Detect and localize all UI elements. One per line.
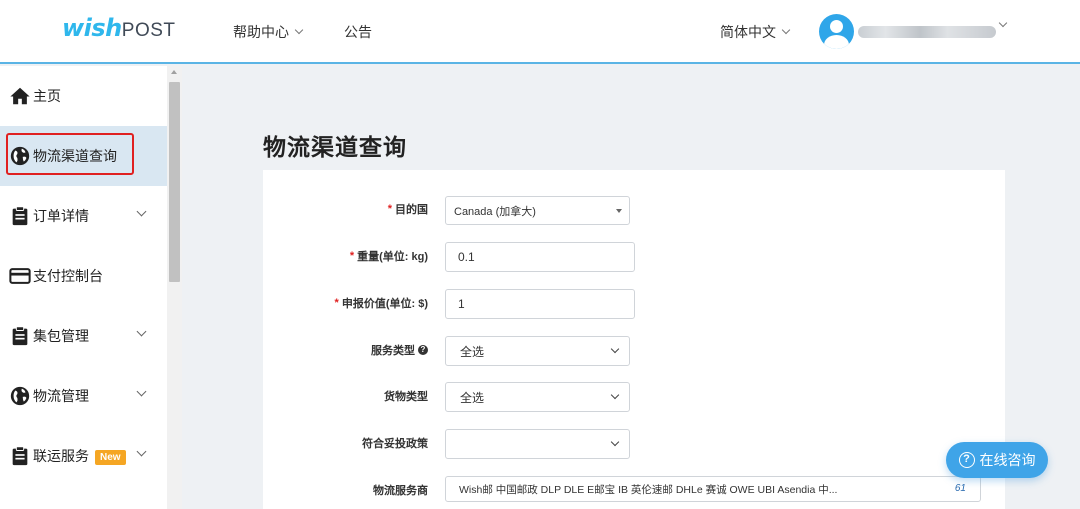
sidebar-item-label: 支付控制台 bbox=[33, 268, 103, 284]
username-blurred[interactable] bbox=[858, 26, 996, 38]
logistics-provider-multiselect[interactable]: Wish邮 中国邮政 DLP DLE E邮宝 IB 英伦速邮 DHLe 赛诚 O… bbox=[445, 476, 981, 502]
logistics-provider-label-text: 物流服务商 bbox=[373, 485, 428, 497]
scroll-up-arrow-icon[interactable] bbox=[171, 70, 177, 74]
chevron-down-icon bbox=[610, 390, 620, 400]
destination-label: * 目的国 bbox=[300, 201, 428, 217]
declared-value-label-text: 申报价值(单位: $) bbox=[341, 298, 428, 310]
new-badge: New bbox=[95, 449, 126, 465]
sidebar-item-intermodal-service[interactable]: 联运服务 New bbox=[0, 426, 167, 486]
nav-announcements-label: 公告 bbox=[344, 24, 372, 40]
destination-value: Canada (加拿大) bbox=[454, 205, 536, 218]
help-question-icon[interactable]: ? bbox=[418, 345, 428, 355]
logo-wish-text: wish bbox=[62, 14, 122, 42]
required-asterisk: * bbox=[349, 250, 355, 262]
sidebar-item-label: 物流管理 bbox=[33, 388, 89, 404]
scroll-thumb[interactable] bbox=[169, 82, 180, 282]
weight-label-text: 重量(单位: kg) bbox=[357, 251, 428, 263]
sidebar-scrollbar[interactable] bbox=[167, 66, 182, 509]
sidebar-item-label-with-badge: 联运服务 New bbox=[33, 446, 126, 466]
declared-value-label: * 申报价值(单位: $) bbox=[300, 295, 428, 311]
chevron-down-icon bbox=[294, 25, 304, 35]
declared-value-input[interactable]: 1 bbox=[445, 289, 635, 319]
required-asterisk: * bbox=[387, 203, 392, 215]
sidebar-item-consolidation[interactable]: 集包管理 bbox=[0, 306, 167, 366]
online-consult-button[interactable]: ? 在线咨询 bbox=[946, 442, 1048, 478]
service-type-label: 服务类型? bbox=[300, 342, 428, 358]
globe-icon bbox=[10, 386, 30, 406]
caret-down-icon bbox=[616, 208, 622, 213]
online-consult-label: 在线咨询 bbox=[979, 452, 1036, 468]
sidebar: 主页 物流渠道查询 订单详情 支付控制台 集包管理 物流管理 联运服务 New bbox=[0, 66, 182, 509]
sidebar-item-payment-console[interactable]: 支付控制台 bbox=[0, 246, 167, 306]
query-form-card bbox=[263, 170, 1005, 509]
logo-post-text: POST bbox=[121, 20, 176, 41]
language-label: 简体中文 bbox=[720, 24, 776, 40]
cargo-type-label: 货物类型 bbox=[300, 388, 428, 404]
chevron-down-icon bbox=[136, 386, 147, 397]
nav-help-center-label: 帮助中心 bbox=[233, 24, 289, 40]
language-selector[interactable]: 简体中文 bbox=[720, 22, 791, 42]
service-type-value: 全选 bbox=[460, 344, 485, 359]
wishpost-logo[interactable]: wish POST bbox=[62, 14, 176, 46]
sidebar-item-label: 集包管理 bbox=[33, 328, 89, 344]
service-type-select[interactable]: 全选 bbox=[445, 336, 630, 366]
compliance-policy-select[interactable] bbox=[445, 429, 630, 459]
clipboard-icon bbox=[12, 326, 28, 346]
user-avatar[interactable] bbox=[819, 14, 854, 49]
nav-help-center[interactable]: 帮助中心 bbox=[233, 22, 304, 42]
weight-value: 0.1 bbox=[458, 250, 475, 264]
provider-count: 61 bbox=[954, 483, 966, 494]
nav-announcements[interactable]: 公告 bbox=[344, 22, 372, 42]
declared-value-value: 1 bbox=[458, 297, 465, 311]
sidebar-item-logistics-management[interactable]: 物流管理 bbox=[0, 366, 167, 426]
logistics-provider-label: 物流服务商 bbox=[300, 482, 428, 498]
sidebar-item-label: 联运服务 bbox=[33, 448, 89, 464]
weight-input[interactable]: 0.1 bbox=[445, 242, 635, 272]
required-asterisk: * bbox=[334, 297, 339, 309]
logistics-provider-value: Wish邮 中国邮政 DLP DLE E邮宝 IB 英伦速邮 DHLe 赛诚 O… bbox=[459, 483, 838, 496]
chevron-down-icon bbox=[998, 18, 1008, 28]
weight-label: * 重量(单位: kg) bbox=[300, 248, 428, 264]
chevron-down-icon bbox=[781, 25, 791, 35]
credit-card-icon bbox=[9, 268, 31, 284]
top-bar: wish POST 帮助中心 公告 简体中文 bbox=[0, 0, 1080, 64]
page-title: 物流渠道查询 bbox=[263, 134, 407, 160]
chevron-down-icon bbox=[136, 446, 147, 457]
clipboard-icon bbox=[12, 446, 28, 466]
avatar-head bbox=[830, 20, 843, 33]
compliance-policy-label: 符合妥投政策 bbox=[300, 435, 428, 451]
globe-icon bbox=[10, 146, 30, 166]
help-circle-icon: ? bbox=[958, 452, 975, 468]
sidebar-item-logistics-channel-query[interactable]: 物流渠道查询 bbox=[0, 126, 167, 186]
service-type-label-text: 服务类型 bbox=[371, 345, 415, 357]
chevron-down-icon bbox=[136, 326, 147, 337]
sidebar-item-home[interactable]: 主页 bbox=[0, 66, 167, 126]
chevron-down-icon bbox=[610, 437, 620, 447]
avatar-shoulders bbox=[824, 35, 849, 49]
cargo-type-value: 全选 bbox=[460, 390, 485, 405]
cargo-type-select[interactable]: 全选 bbox=[445, 382, 630, 412]
sidebar-item-label: 主页 bbox=[33, 88, 61, 104]
user-menu-toggle[interactable] bbox=[998, 18, 1008, 28]
chevron-down-icon bbox=[610, 344, 620, 354]
destination-select[interactable]: Canada (加拿大) bbox=[445, 196, 630, 225]
destination-label-text: 目的国 bbox=[395, 204, 428, 216]
home-icon bbox=[10, 87, 30, 105]
sidebar-item-label: 物流渠道查询 bbox=[33, 148, 117, 164]
cargo-type-label-text: 货物类型 bbox=[384, 391, 428, 403]
compliance-policy-label-text: 符合妥投政策 bbox=[362, 438, 428, 450]
